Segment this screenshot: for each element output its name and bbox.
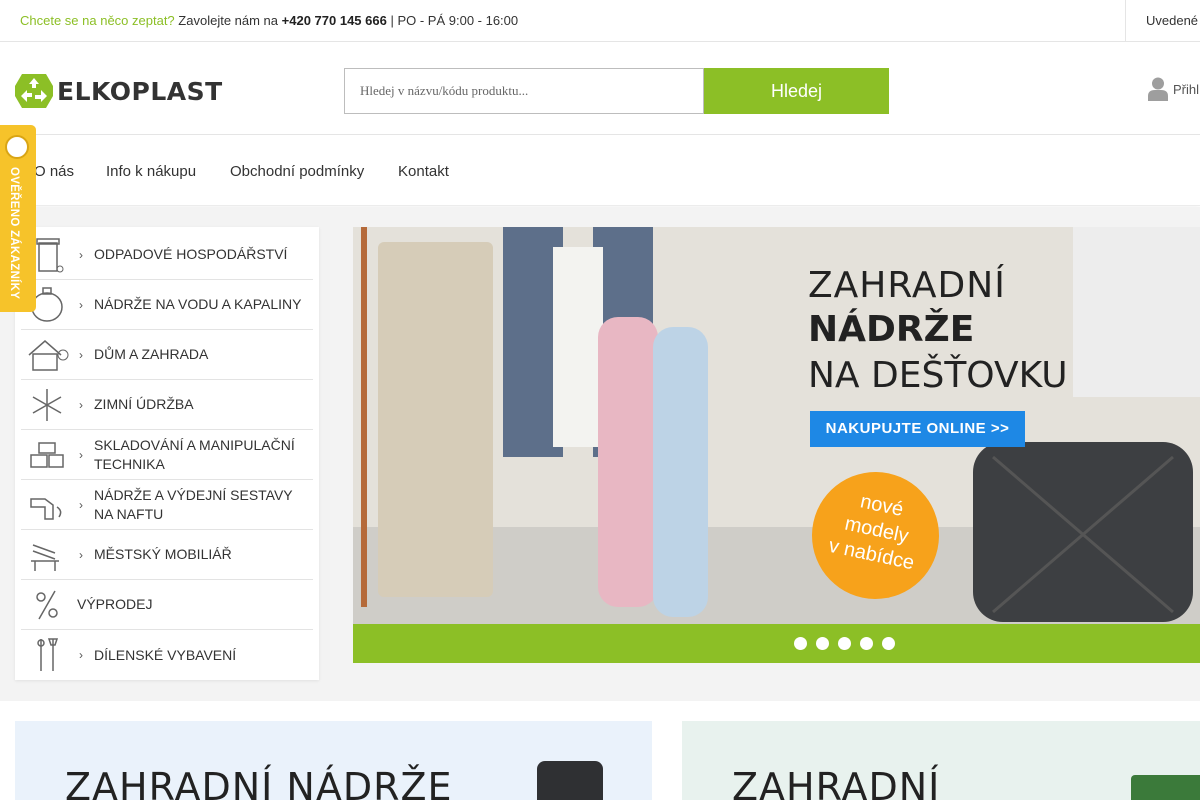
slider-dot-2[interactable]: [816, 637, 829, 650]
promo-title: ZAHRADNÍ: [732, 765, 941, 800]
slider-pagination-bar: [353, 624, 1200, 663]
banner-line2: NÁDRŽE: [808, 309, 975, 350]
nav-item-o-nas[interactable]: O nás: [34, 163, 74, 180]
topbar-right-link[interactable]: Uvedené: [1146, 13, 1198, 28]
category-label: ZIMNÍ ÚDRŽBA: [94, 396, 194, 412]
category-label: SKLADOVÁNÍ A MANIPULAČNÍ TECHNIKA: [94, 436, 295, 472]
chevron-right-icon: ›: [79, 398, 83, 412]
opening-hours: | PO - PÁ 9:00 - 16:00: [390, 13, 519, 28]
category-item-nafta[interactable]: › NÁDRŽE A VÝDEJNÍ SESTAVY NA NAFTU: [21, 480, 313, 530]
category-label: NÁDRŽE NA VODU A KAPALINY: [94, 296, 302, 312]
chevron-right-icon: ›: [79, 548, 83, 562]
site-header: ELKOPLAST Hledej Přihl: [0, 43, 1200, 135]
category-item-nadrze-voda[interactable]: › NÁDRŽE NA VODU A KAPALINY: [21, 280, 313, 330]
search-input[interactable]: [344, 68, 704, 114]
banner-line3: NA DEŠŤOVKU: [808, 355, 1068, 396]
promo-tank-image: [537, 761, 603, 800]
fuel-nozzle-icon: [30, 498, 62, 520]
category-item-odpadove[interactable]: › ODPADOVÉ HOSPODÁŘSTVÍ: [21, 230, 313, 280]
chevron-right-icon: ›: [79, 648, 83, 662]
logo[interactable]: ELKOPLAST: [15, 74, 223, 108]
promo-composter-image: [1131, 775, 1200, 800]
promo-title: ZAHRADNÍ NÁDRŽE: [65, 765, 453, 800]
banner-line1: ZAHRADNÍ: [808, 265, 1006, 306]
slider-dot-1[interactable]: [794, 637, 807, 650]
banner-photo: [353, 227, 1200, 624]
tools-icon: [37, 638, 59, 671]
slider-dot-3[interactable]: [838, 637, 851, 650]
search-button[interactable]: Hledej: [704, 68, 889, 114]
ask-question[interactable]: Chcete se na něco zeptat?: [20, 13, 175, 28]
call-text: Zavolejte nám na: [178, 13, 279, 28]
chevron-right-icon: ›: [79, 348, 83, 362]
category-item-dum-zahrada[interactable]: › DŮM A ZAHRADA: [21, 330, 313, 380]
main-nav: O nás Info k nákupu Obchodní podmínky Ko…: [0, 136, 1200, 206]
category-label: ODPADOVÉ HOSPODÁŘSTVÍ: [94, 246, 288, 262]
nav-item-info-k-nakupu[interactable]: Info k nákupu: [106, 163, 196, 180]
chevron-right-icon: ›: [79, 498, 83, 512]
top-info-bar: Chcete se na něco zeptat? Zavolejte nám …: [0, 0, 1200, 42]
storage-boxes-icon: [30, 442, 64, 468]
nav-item-kontakt[interactable]: Kontakt: [398, 163, 449, 180]
category-item-vyprodej[interactable]: VÝPRODEJ: [21, 580, 313, 630]
badge-text: OVĚŘENO ZÁKAZNÍKY: [8, 167, 20, 300]
slider-dot-4[interactable]: [860, 637, 873, 650]
slider-dot-5[interactable]: [882, 637, 895, 650]
login-label: Přihl: [1173, 81, 1200, 97]
chevron-right-icon: ›: [79, 448, 83, 462]
verified-seal-icon: [5, 135, 29, 159]
bench-icon: [31, 544, 59, 571]
category-label: NÁDRŽE A VÝDEJNÍ SESTAVY NA NAFTU: [94, 486, 293, 522]
chevron-right-icon: ›: [79, 298, 83, 312]
promo-tile-zahradni-nadrze[interactable]: ZAHRADNÍ NÁDRŽE: [15, 721, 652, 800]
chevron-right-icon: ›: [79, 248, 83, 262]
promo-tile-zahradni[interactable]: ZAHRADNÍ: [682, 721, 1200, 800]
category-label: VÝPRODEJ: [77, 596, 153, 612]
category-item-mobiliar[interactable]: › MĚSTSKÝ MOBILIÁŘ: [21, 530, 313, 580]
hero-banner[interactable]: ZAHRADNÍ NÁDRŽE NA DEŠŤOVKU NAKUPUJTE ON…: [353, 227, 1200, 624]
category-item-skladovani[interactable]: › SKLADOVÁNÍ A MANIPULAČNÍ TECHNIKA: [21, 430, 313, 480]
category-item-zimni-udrzba[interactable]: › ZIMNÍ ÚDRŽBA: [21, 380, 313, 430]
category-label: DŮM A ZAHRADA: [94, 346, 209, 362]
login-link[interactable]: Přihl: [1148, 77, 1199, 101]
house-garden-icon: [28, 340, 69, 371]
category-label: DÍLENSKÉ VYBAVENÍ: [94, 646, 237, 663]
verified-customers-badge[interactable]: OVĚŘENO ZÁKAZNÍKY: [0, 125, 36, 312]
snowflake-icon: [32, 389, 62, 421]
category-label: MĚSTSKÝ MOBILIÁŘ: [94, 546, 232, 562]
contact-info: Chcete se na něco zeptat? Zavolejte nám …: [20, 13, 518, 28]
user-icon: [1148, 77, 1168, 101]
category-item-dilenske[interactable]: › DÍLENSKÉ VYBAVENÍ: [21, 630, 313, 680]
nav-item-obchodni-podminky[interactable]: Obchodní podmínky: [230, 163, 364, 180]
phone-number[interactable]: +420 770 145 666: [282, 13, 387, 28]
topbar-divider: [1125, 0, 1126, 42]
category-sidebar: › ODPADOVÉ HOSPODÁŘSTVÍ › NÁDRŽE NA VODU…: [15, 227, 319, 680]
percent-icon: [36, 590, 58, 620]
banner-cta-button[interactable]: NAKUPUJTE ONLINE >>: [810, 411, 1025, 447]
logo-text: ELKOPLAST: [57, 76, 223, 106]
recycle-logo-icon: [15, 74, 53, 108]
